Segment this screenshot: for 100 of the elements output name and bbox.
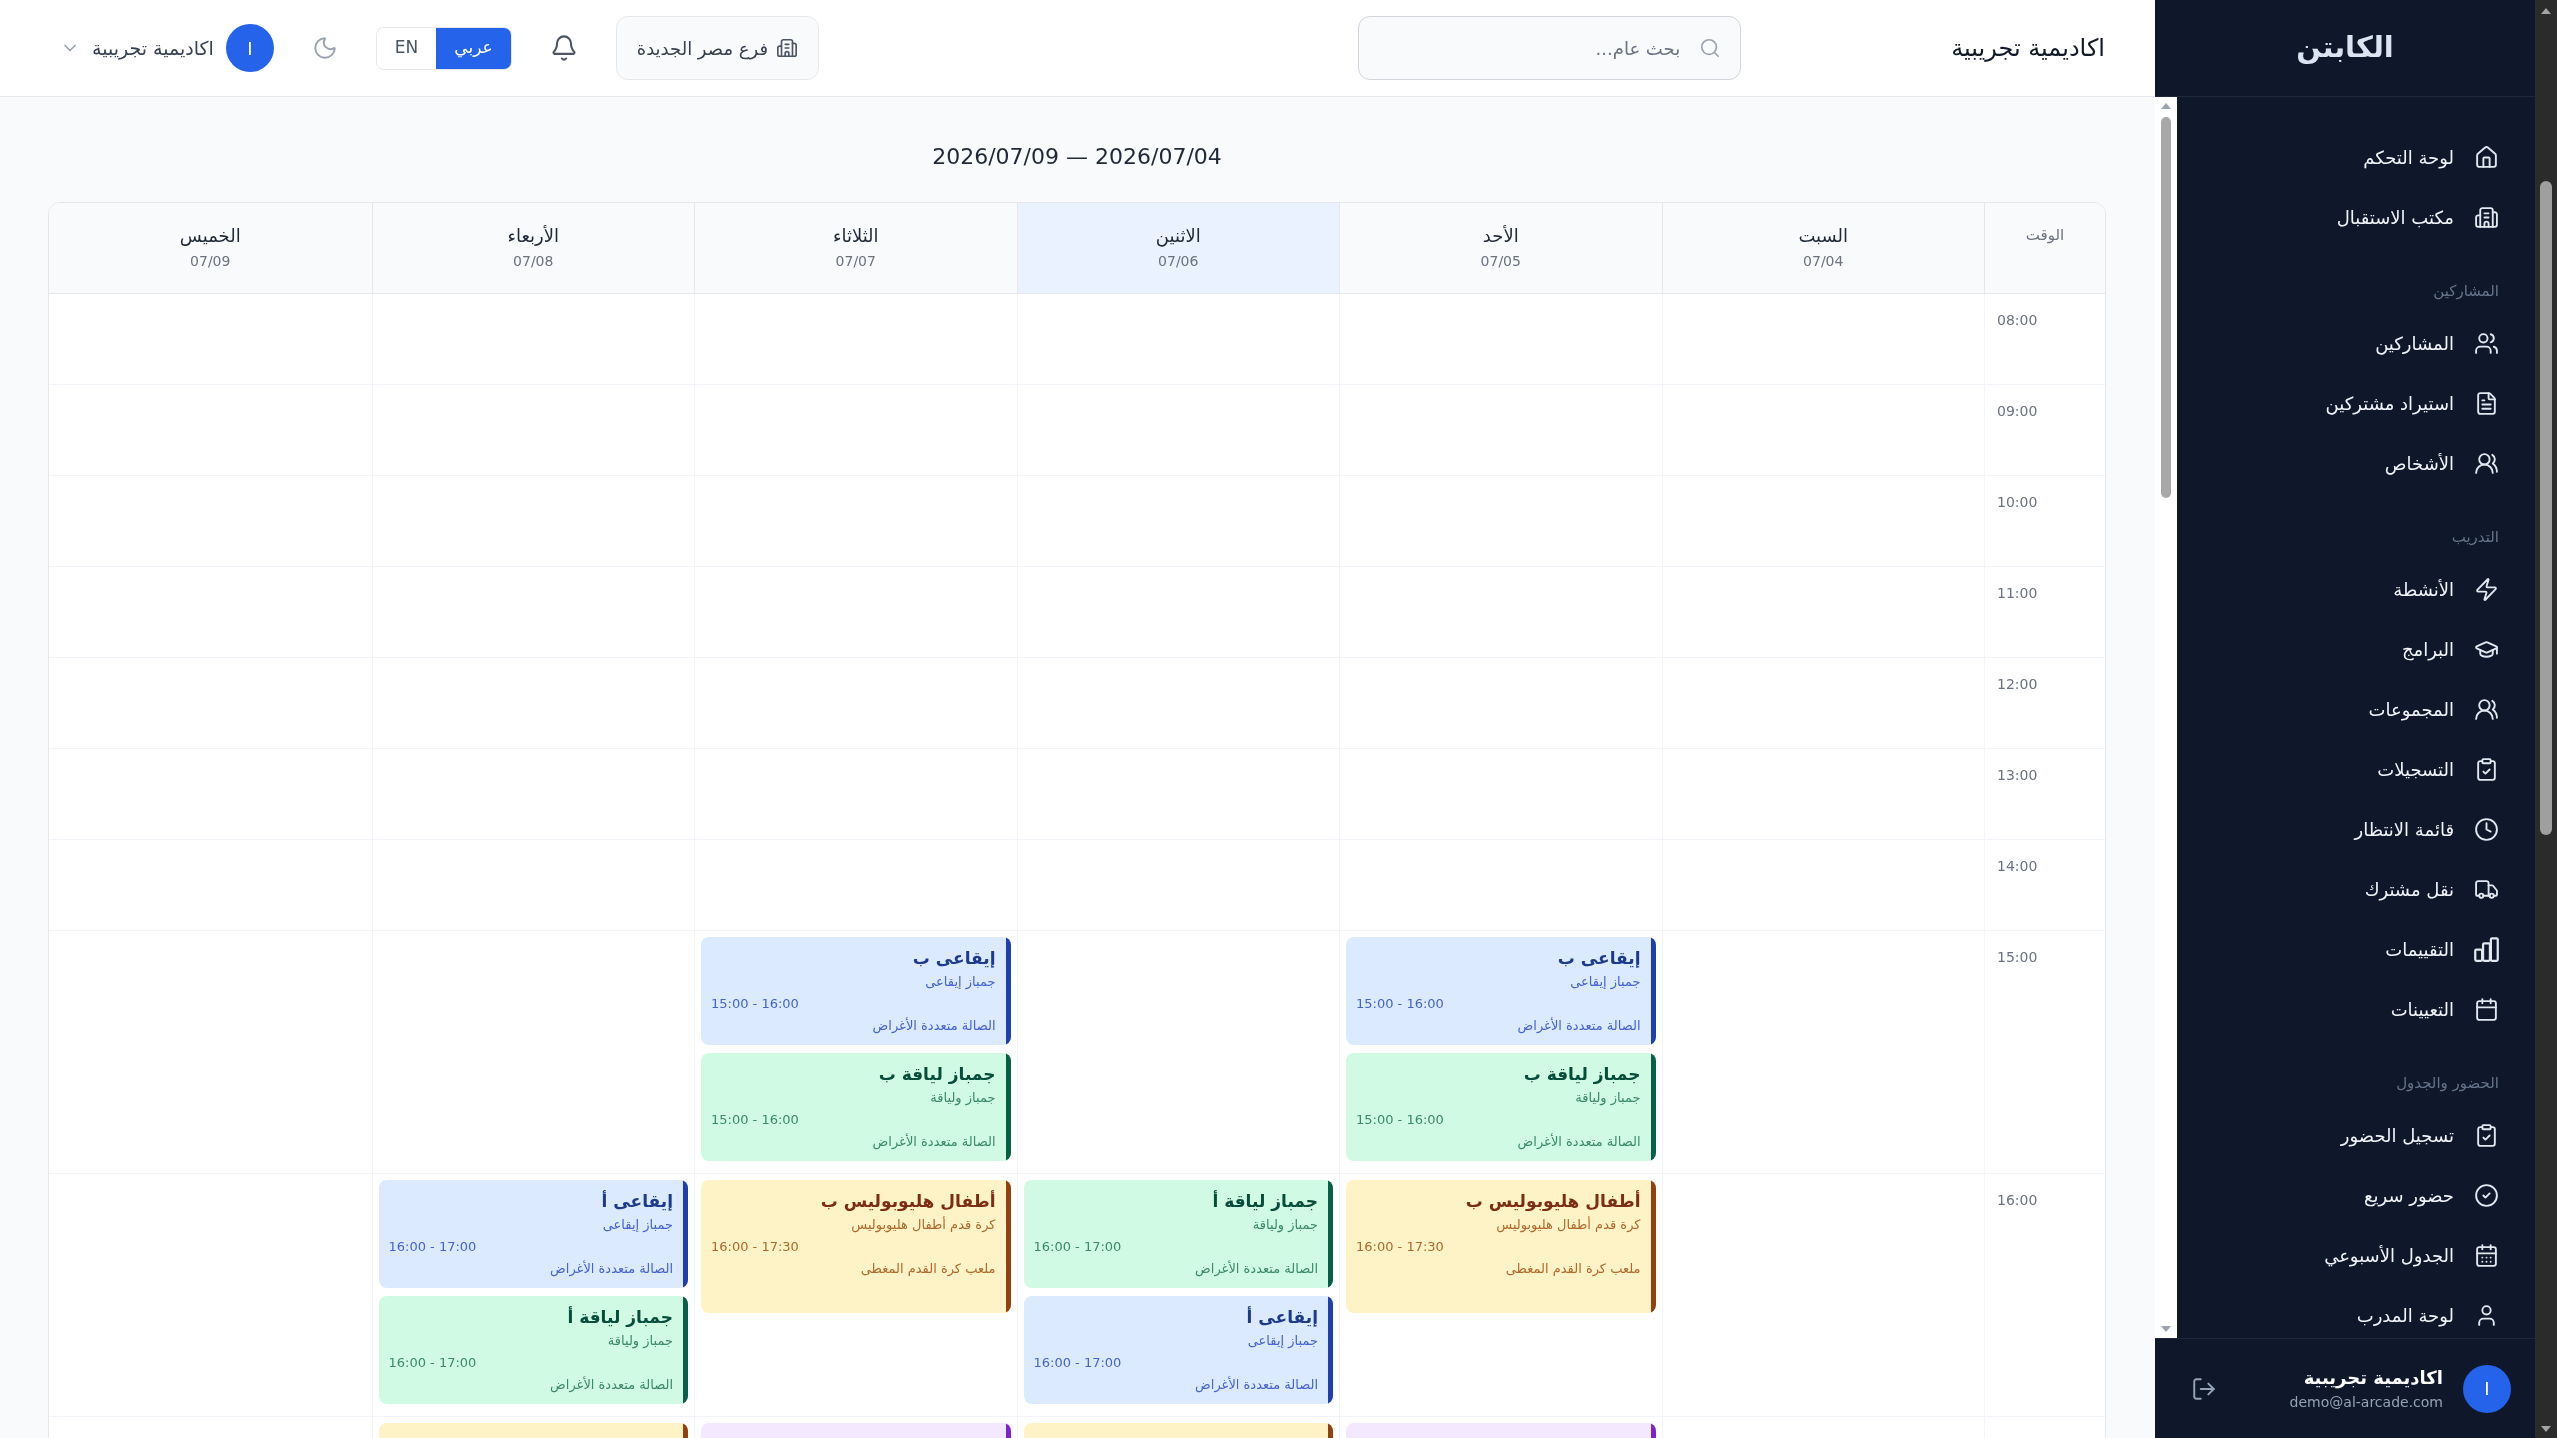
- event-location: ملعب كرة القدم المغطى: [1505, 1260, 1641, 1279]
- avatar: I: [2463, 1364, 2511, 1413]
- nav-item[interactable]: الأنشطة: [2193, 559, 2519, 619]
- event-activity: جمباز ولياقة: [930, 1089, 996, 1108]
- day-name: الأحد: [1482, 224, 1519, 248]
- nav-item[interactable]: المشاركين: [2193, 313, 2519, 373]
- time-label: 09:00: [1997, 403, 2038, 419]
- event-time: 15:00 - 16:00: [1356, 995, 1444, 1013]
- scrollbar-thumb[interactable]: [2540, 181, 2552, 835]
- day-name: الخميس: [179, 224, 241, 248]
- clock-icon: [2474, 816, 2499, 842]
- event-title: أطفال هليوبوليس ب: [820, 1189, 996, 1213]
- event-location: الصالة متعددة الأغراض: [1517, 1016, 1641, 1036]
- nav-item[interactable]: نقل مشترك: [2193, 859, 2519, 919]
- avatar: I: [225, 24, 274, 72]
- event-time: 16:00 - 17:00: [1033, 1238, 1122, 1256]
- event-title: إيقاعى ب: [1557, 947, 1641, 970]
- event-time: 15:00 - 16:00: [711, 995, 799, 1013]
- event-location: الصالة متعددة الأغراض: [1517, 1132, 1641, 1152]
- day-date: 07/08: [513, 252, 554, 271]
- scrollbar[interactable]: [2535, 0, 2557, 1438]
- language-option[interactable]: عربي: [436, 27, 511, 69]
- date-range: 2026/07/04 — 2026/07/09: [932, 143, 1222, 171]
- clipboard-check-icon: [2474, 1122, 2499, 1148]
- theme-toggle[interactable]: [311, 35, 338, 61]
- event-activity: جمباز ولياقة: [1575, 1089, 1641, 1108]
- event-title: جمباز لياقة أ: [1212, 1189, 1318, 1213]
- section-heading: الحضور والجدول: [2396, 1073, 2499, 1094]
- day-name: الاثنين: [1155, 224, 1201, 249]
- time-label: 14:00: [1997, 858, 2038, 874]
- time-label: 16:00: [1997, 1192, 2038, 1208]
- nav-item[interactable]: التسجيلات: [2193, 739, 2519, 799]
- event-title: جمباز لياقة ب: [878, 1063, 996, 1086]
- triangle-up-icon[interactable]: [2541, 8, 2551, 14]
- calendar-icon: [2474, 1242, 2499, 1268]
- header-title: اكاديمية تجريبية: [1951, 33, 2105, 64]
- nav-item[interactable]: المجموعات: [2193, 679, 2519, 739]
- event-time: 16:00 - 17:30: [711, 1238, 799, 1256]
- nav-item[interactable]: الجدول الأسبوعي: [2193, 1225, 2519, 1285]
- clipboard-check-icon: [2474, 756, 2499, 782]
- event-activity: كرة قدم أطفال هليوبوليس: [851, 1215, 996, 1235]
- day-name: الثلاثاء: [832, 224, 879, 248]
- day-date: 07/05: [1480, 252, 1521, 271]
- nav-item[interactable]: استيراد مشتركين: [2193, 373, 2519, 433]
- event-time: 15:00 - 16:00: [711, 1111, 799, 1129]
- event-location: الصالة متعددة الأغراض: [1195, 1259, 1318, 1279]
- logout-icon: [2191, 1375, 2217, 1402]
- calendar-icon: [2474, 996, 2499, 1022]
- nav-item[interactable]: لوحة المدرب: [2193, 1285, 2519, 1338]
- event-activity: جمباز إيقاعى: [602, 1216, 673, 1234]
- event-location: الصالة متعددة الأغراض: [550, 1375, 673, 1395]
- event-time: 15:00 - 16:00: [1356, 1111, 1444, 1129]
- nav-item[interactable]: تسجيل الحضور: [2193, 1105, 2519, 1165]
- day-date: 07/07: [835, 252, 876, 271]
- day-date: 07/09: [190, 252, 231, 271]
- nav-item[interactable]: الأشخاص: [2193, 433, 2519, 493]
- event-time: 16:00 - 17:00: [388, 1354, 477, 1372]
- user-name: اكاديمية تجريبية: [2303, 1365, 2443, 1391]
- day-date: 07/04: [1803, 252, 1844, 271]
- nav-item[interactable]: لوحة التحكم: [2193, 127, 2519, 187]
- nav-item[interactable]: التعيينات: [2193, 979, 2519, 1039]
- event-location: الصالة متعددة الأغراض: [872, 1132, 996, 1152]
- branch-button[interactable]: فرع مصر الجديدة: [615, 16, 820, 80]
- bell-icon: [549, 34, 578, 62]
- time-label: 10:00: [1997, 494, 2038, 510]
- triangle-down-icon[interactable]: [2161, 1326, 2171, 1332]
- logout-button[interactable]: [2191, 1375, 2217, 1402]
- time-label: 12:00: [1997, 676, 2038, 692]
- day-date: 07/06: [1158, 252, 1199, 271]
- event-location: الصالة متعددة الأغراض: [1195, 1375, 1318, 1395]
- lightning-icon: [2474, 576, 2499, 602]
- event-location: الصالة متعددة الأغراض: [550, 1259, 673, 1279]
- nav-item[interactable]: قائمة الانتظار: [2193, 799, 2519, 859]
- event-activity: كرة قدم أطفال هليوبوليس: [1496, 1215, 1641, 1235]
- event-title: أطفال هليوبوليس ب: [1465, 1189, 1641, 1213]
- users-icon: [2474, 696, 2499, 722]
- notifications-button[interactable]: [549, 34, 578, 62]
- event-activity: جمباز إيقاعى: [1570, 973, 1641, 992]
- triangle-up-icon[interactable]: [2161, 103, 2171, 109]
- search-field[interactable]: بحث عام...: [1358, 16, 1742, 80]
- scrollbar-thumb[interactable]: [2161, 117, 2171, 498]
- nav-item[interactable]: التقييمات: [2193, 919, 2519, 979]
- event-time: 16:00 - 17:30: [1356, 1238, 1444, 1256]
- time-label: 13:00: [1997, 767, 2038, 783]
- event-activity: جمباز ولياقة: [1252, 1216, 1318, 1235]
- users-icon: [2474, 330, 2499, 356]
- event-location: الصالة متعددة الأغراض: [872, 1016, 996, 1036]
- triangle-down-icon[interactable]: [2541, 1426, 2551, 1432]
- nav-item[interactable]: حضور سريع: [2193, 1165, 2519, 1225]
- column-heading: الوقت: [2025, 225, 2065, 246]
- event-activity: جمباز إيقاعى: [925, 973, 996, 992]
- nav-item[interactable]: مكتب الاستقبال: [2193, 187, 2519, 247]
- event-title: جمباز لياقة ب: [1523, 1063, 1641, 1086]
- day-name: الأربعاء: [507, 224, 560, 248]
- check-circle-icon: [2474, 1182, 2499, 1208]
- event-title: جمباز لياقة أ: [567, 1305, 673, 1329]
- event-title: إيقاعى أ: [601, 1189, 673, 1213]
- nav-item[interactable]: البرامج: [2193, 619, 2519, 679]
- time-label: 15:00: [1997, 949, 2038, 965]
- scrollbar[interactable]: [2155, 97, 2177, 1338]
